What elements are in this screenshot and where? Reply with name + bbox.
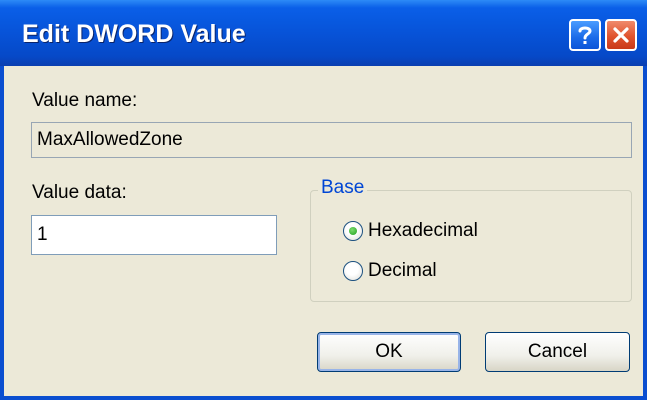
- value-data-input[interactable]: 1: [31, 215, 277, 255]
- radio-unselected-icon[interactable]: [343, 261, 363, 281]
- radio-selected-icon[interactable]: [343, 221, 363, 241]
- window-title: Edit DWORD Value: [22, 20, 246, 48]
- radio-hexadecimal[interactable]: Hexadecimal: [343, 220, 478, 242]
- title-bar[interactable]: Edit DWORD Value: [0, 0, 647, 66]
- value-name-field[interactable]: MaxAllowedZone: [31, 122, 632, 158]
- close-button[interactable]: [605, 19, 637, 51]
- value-name-text: MaxAllowedZone: [37, 129, 183, 150]
- base-group-title: Base: [318, 177, 368, 199]
- ok-button[interactable]: OK: [317, 332, 461, 372]
- value-data-label: Value data:: [32, 182, 127, 203]
- radio-decimal[interactable]: Decimal: [343, 260, 437, 282]
- radio-decimal-label: Decimal: [368, 260, 437, 281]
- value-name-label: Value name:: [32, 90, 138, 111]
- radio-hexadecimal-label: Hexadecimal: [368, 220, 478, 241]
- cancel-button[interactable]: Cancel: [485, 332, 630, 372]
- close-icon: [611, 25, 631, 45]
- help-icon: [575, 24, 595, 46]
- base-groupbox: [310, 190, 632, 302]
- help-button[interactable]: [569, 19, 601, 51]
- value-data-text: 1: [37, 224, 48, 245]
